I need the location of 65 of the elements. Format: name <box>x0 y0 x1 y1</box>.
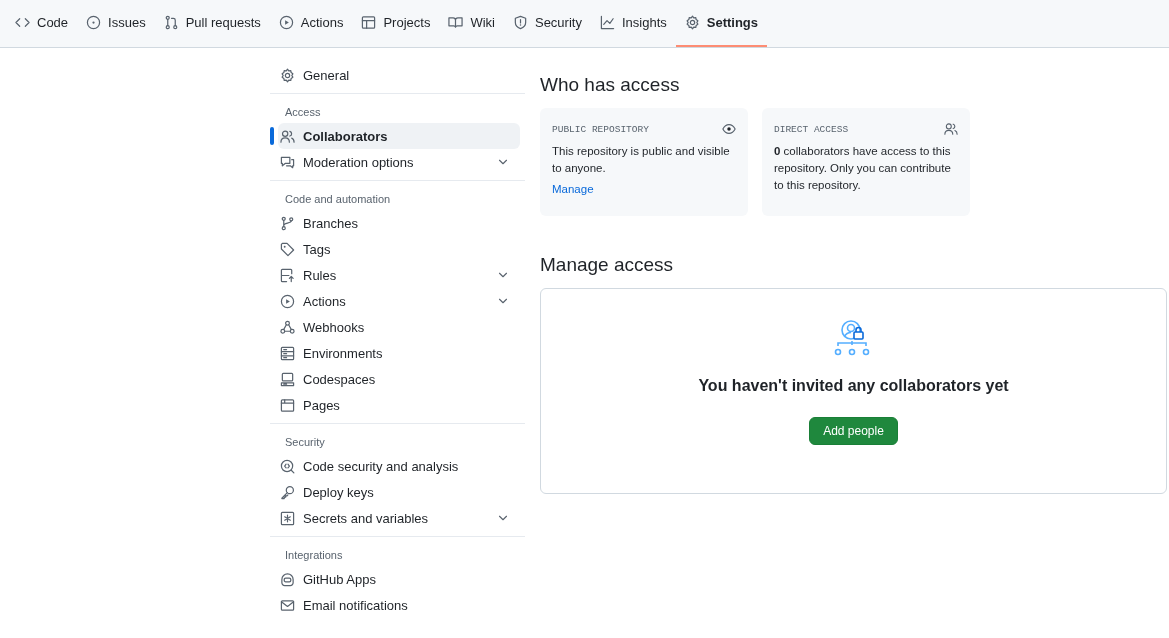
pull-request-icon <box>163 15 179 30</box>
book-icon <box>448 15 464 30</box>
eye-icon <box>722 122 736 136</box>
add-people-button[interactable]: Add people <box>809 417 898 445</box>
graph-icon <box>599 15 615 30</box>
server-icon <box>280 345 295 361</box>
sidebar-item[interactable]: Deploy keys <box>278 479 520 505</box>
asterisk-icon <box>280 510 295 526</box>
section-heading: Integrations <box>284 548 343 563</box>
sidebar-item[interactable]: Actions <box>278 288 520 314</box>
play-icon <box>278 15 294 30</box>
key-icon <box>280 484 295 500</box>
card-label: DIRECT ACCESS <box>774 123 849 135</box>
section-heading: Access <box>284 105 321 120</box>
sidebar-item[interactable]: Rules <box>278 262 520 288</box>
play-icon <box>280 293 295 309</box>
branch-icon <box>280 215 295 231</box>
table-icon <box>361 15 377 30</box>
nav-tab[interactable]: Projects <box>352 0 440 47</box>
people-icon <box>944 122 958 136</box>
mail-icon <box>280 597 295 613</box>
sidebar-item[interactable]: Moderation options <box>278 149 520 175</box>
active-indicator <box>270 127 274 145</box>
nav-tab[interactable]: Settings <box>675 0 768 47</box>
issue-icon <box>86 15 102 30</box>
section-title: Who has access <box>540 74 680 96</box>
sidebar-item[interactable]: Tags <box>278 236 520 262</box>
sidebar-item[interactable]: Branches <box>278 210 520 236</box>
code-icon <box>15 15 30 30</box>
sidebar-item[interactable]: Secrets and variables <box>278 505 520 531</box>
card-label: PUBLIC REPOSITORY <box>552 123 649 135</box>
browser-icon <box>280 397 295 413</box>
section-heading: Security <box>284 435 325 450</box>
tag-icon <box>280 241 295 257</box>
sidebar-item[interactable]: GitHub Apps <box>278 566 520 592</box>
settings-icon <box>684 15 700 30</box>
nav-tab[interactable]: Code <box>6 0 78 47</box>
sidebar-item[interactable]: Codespaces <box>278 366 520 392</box>
card-text: This repository is public and visible to anyone. <box>552 144 731 176</box>
sidebar-item[interactable]: Code security and analysis <box>278 453 520 479</box>
nav-tab[interactable]: Actions <box>269 0 353 47</box>
sidebar-item[interactable]: Pages <box>278 392 520 418</box>
rules-icon <box>280 267 295 283</box>
monitor-icon <box>280 371 295 387</box>
nav-tab[interactable]: Pull requests <box>154 0 270 47</box>
card-text: 0 collaborators have access to this repository. Only you can contribute to this repository. <box>774 144 952 193</box>
sidebar-item[interactable]: Webhooks <box>278 314 520 340</box>
empty-state-message: You haven't invited any collaborators yet <box>698 377 1009 395</box>
shield-icon <box>512 15 528 30</box>
people-icon <box>280 128 295 144</box>
sidebar-item[interactable]: Email notifications <box>278 592 520 618</box>
sidebar-item[interactable]: General <box>278 62 520 88</box>
nav-tab[interactable]: Issues <box>77 0 155 47</box>
section-heading: Code and automation <box>284 192 391 207</box>
nav-tab[interactable]: Wiki <box>439 0 504 47</box>
webhook-icon <box>280 319 295 335</box>
manage-link[interactable]: Manage <box>552 183 594 195</box>
nav-tab[interactable]: Insights <box>590 0 676 47</box>
nav-tab[interactable]: Security <box>503 0 591 47</box>
code-scan-icon <box>280 458 295 474</box>
section-title: Manage access <box>540 254 674 276</box>
sidebar-item[interactable]: Environments <box>278 340 520 366</box>
settings-icon <box>280 67 295 83</box>
robot-icon <box>280 571 295 587</box>
comment-icon <box>280 154 295 170</box>
